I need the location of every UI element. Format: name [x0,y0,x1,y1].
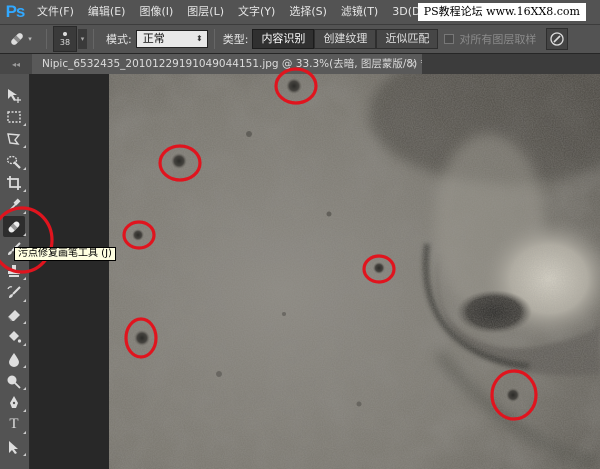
type-content-aware-button[interactable]: 内容识别 [252,29,315,49]
move-tool[interactable] [3,84,25,105]
eyedropper-icon [8,197,21,212]
path-selection-tool[interactable] [3,436,26,457]
menu-filter[interactable]: 滤镜(T) [334,0,385,24]
brush-picker-dropdown[interactable]: ▾ [78,29,87,49]
skin-photo [109,74,600,469]
brush-dot-icon [63,31,67,36]
mode-value: 正常 [142,32,165,45]
history-brush-tool[interactable] [3,282,26,303]
checkbox-box [444,34,455,44]
tool-preset-picker[interactable]: ▾ [0,25,40,53]
menu-bar: Ps 文件(F) 编辑(E) 图像(I) 图层(L) 文字(Y) 选择(S) 滤… [0,0,600,24]
photoshop-logo: Ps [5,2,26,21]
path-selection-arrow-icon [9,440,18,454]
menu-image[interactable]: 图像(I) [132,0,180,24]
lasso-tool[interactable] [3,128,26,149]
bandage-icon [11,33,24,45]
brush-size-value: 38 [59,37,71,47]
chevron-down-icon: ▾ [28,35,32,43]
menu-layer[interactable]: 图层(L) [180,0,231,24]
blur-tool[interactable] [3,348,26,369]
quick-selection-icon [6,155,21,169]
separator [213,29,215,49]
rectangular-marquee-icon [7,110,21,123]
separator [46,29,47,49]
updown-caret-icon: ⬍ [196,34,203,43]
document-tab[interactable]: Nipic_6532435_20101229191049044151.jpg @… [32,54,422,74]
sample-all-layers-checkbox[interactable]: 对所有图层取样 [444,31,536,47]
site-watermark: PS教程论坛 www.16XX8.com [417,3,586,21]
stamp-icon [8,264,20,277]
options-bar: ▾ 38 ▾ 模式: 正常 ⬍ 类型: 内容识别 创建纹理 近似匹配 对所有图层… [0,24,600,54]
pressure-pen-icon [550,32,565,46]
brush-size-picker[interactable]: 38 [53,26,77,52]
paint-bucket-tool[interactable] [3,326,26,347]
type-tool[interactable]: T [3,414,26,435]
dodge-icon [7,375,21,389]
type-label: 类型: [222,33,249,46]
eyedropper-tool[interactable] [3,194,26,215]
spot-healing-brush-tool[interactable] [3,216,26,237]
menu-edit[interactable]: 编辑(E) [81,0,133,24]
blur-drop-icon [9,352,19,367]
move-icon [8,88,21,103]
menu-type[interactable]: 文字(Y) [231,0,282,24]
tools-panel: T [0,74,30,469]
sample-all-layers-label: 对所有图层取样 [459,33,537,46]
crop-icon [7,175,21,190]
eraser-tool[interactable] [3,304,26,325]
panel-collapse-icon[interactable]: ◂◂ [0,54,32,74]
menu-file[interactable]: 文件(F) [30,0,81,24]
crop-tool[interactable] [3,172,26,193]
pen-tool[interactable] [3,392,26,413]
separator [93,29,94,49]
mode-select[interactable]: 正常 ⬍ [135,30,208,48]
document-workspace[interactable] [31,74,600,469]
mode-label: 模式: [106,33,132,46]
type-create-texture-button[interactable]: 创建纹理 [314,29,377,49]
marquee-tool[interactable] [3,106,26,127]
quick-selection-tool[interactable] [3,150,26,171]
pressure-size-button[interactable] [546,28,569,50]
close-tab-icon[interactable]: × [404,54,420,74]
bandage-icon [8,221,20,232]
eraser-icon [7,309,20,321]
type-icon: T [9,416,19,432]
history-brush-icon [7,285,21,298]
paint-bucket-icon [9,330,22,343]
type-proximity-match-button[interactable]: 近似匹配 [376,29,439,49]
menu-select[interactable]: 选择(S) [282,0,334,24]
tool-tooltip: 污点修复画笔工具 (J) [14,247,116,261]
clone-stamp-tool[interactable] [3,260,26,281]
pen-icon [10,395,18,408]
polygonal-lasso-icon [7,132,21,145]
document-canvas[interactable] [109,74,600,469]
dodge-tool[interactable] [3,370,26,391]
document-tab-bar: ◂◂ Nipic_6532435_20101229191049044151.jp… [0,54,600,74]
